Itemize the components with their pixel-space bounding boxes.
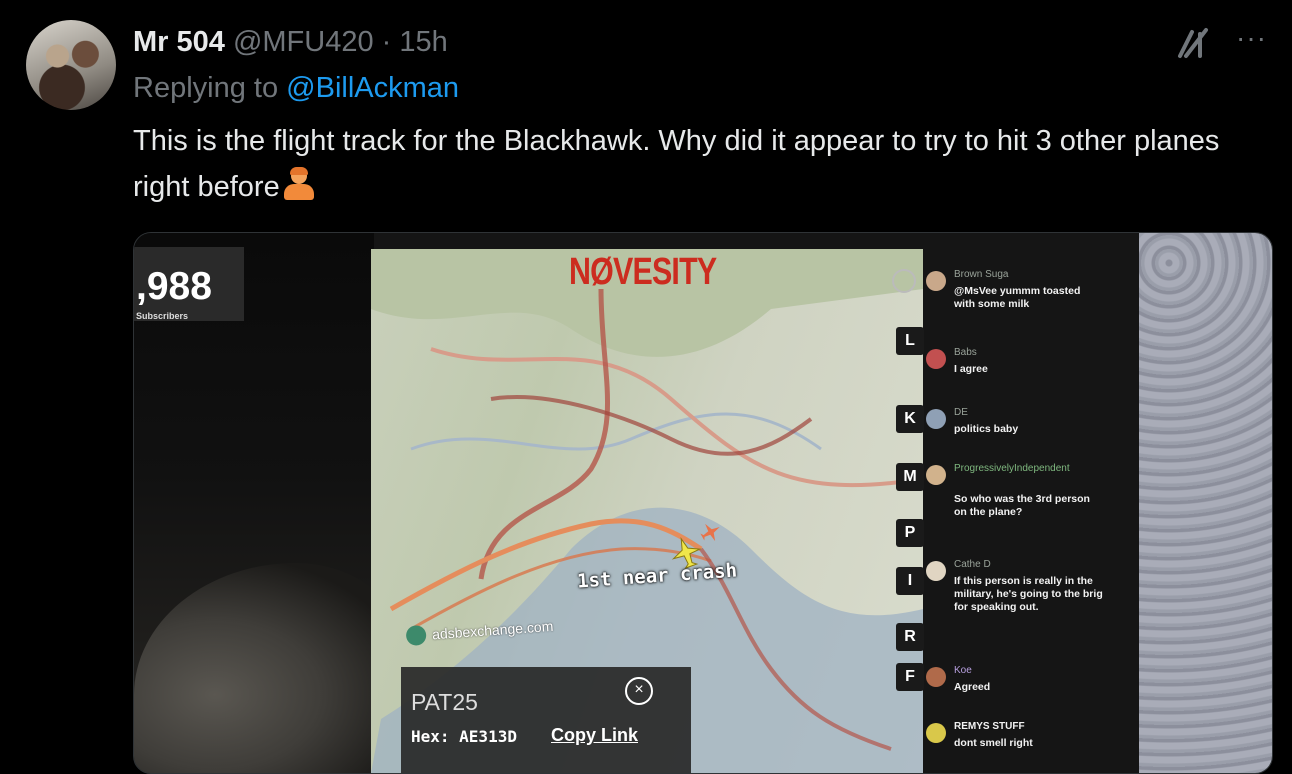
chat-text: So who was the 3rd person on the plane? xyxy=(954,493,1090,518)
subscriber-counter: ,988 Subscribers xyxy=(134,247,244,321)
wallpaper-background xyxy=(1139,233,1272,773)
reply-context: Replying to @BillAckman xyxy=(133,72,459,105)
chat-user: Brown Suga xyxy=(954,269,1009,280)
chat-avatar xyxy=(926,465,946,485)
chat-avatar xyxy=(926,271,946,291)
letter-item: M xyxy=(896,463,924,491)
chat-user: DE xyxy=(954,407,968,418)
timestamp[interactable]: 15h xyxy=(399,26,447,58)
tweet-header: Mr 504 @MFU420 · 15h xyxy=(133,26,448,59)
chat-user: Babs xyxy=(954,347,977,358)
copy-link: Copy Link xyxy=(551,725,639,745)
letter-item: K xyxy=(896,405,924,433)
channel-brand: NØVESITY xyxy=(569,251,717,293)
reply-prefix: Replying to xyxy=(133,72,287,104)
chat-avatar xyxy=(926,723,946,743)
more-options-icon[interactable]: ··· xyxy=(1236,22,1267,54)
flight-map: NØVESITY 1st near crash adsbexchange.com… xyxy=(371,249,923,773)
chat-user: Koe xyxy=(954,665,972,676)
tweet-text: This is the flight track for the Blackha… xyxy=(133,118,1243,210)
chat-avatar xyxy=(926,409,946,429)
chat-text: @MsVee yummm toasted with some milk xyxy=(954,285,1081,310)
chat-avatar xyxy=(926,561,946,581)
callsign: PAT25 xyxy=(411,689,478,715)
chat-text: If this person is really in the military… xyxy=(954,575,1103,613)
separator-dot: · xyxy=(381,26,392,58)
subscriber-label: Subscribers xyxy=(136,311,189,321)
aircraft-info-box: PAT25 Hex: AE313D Copy Link × xyxy=(401,667,691,773)
letter-item: F xyxy=(896,663,924,691)
letter-item: R xyxy=(896,623,924,651)
chat-user: REMYS STUFF xyxy=(954,721,1025,732)
chat-text: I agree xyxy=(954,363,988,375)
grok-icon[interactable] xyxy=(1176,26,1212,62)
chat-avatar xyxy=(926,349,946,369)
chat-text: dont smell right xyxy=(954,737,1033,749)
hex-code: Hex: AE313D xyxy=(411,727,517,746)
letter-item: L xyxy=(896,327,924,355)
letter-item: P xyxy=(896,519,924,547)
subscriber-count: ,988 xyxy=(136,265,212,308)
chat-avatar xyxy=(926,667,946,687)
user-avatar[interactable] xyxy=(26,20,116,110)
person-shrugging-icon xyxy=(282,167,316,201)
user-handle[interactable]: @MFU420 xyxy=(233,26,374,58)
chat-text: politics baby xyxy=(954,423,1019,435)
chat-user: Cathe D xyxy=(954,559,991,570)
chat-user: ProgressivelyIndependent xyxy=(954,463,1070,474)
letter-item: I xyxy=(896,567,924,595)
display-name[interactable]: Mr 504 xyxy=(133,26,225,58)
live-chat-panel: Brown Suga @MsVee yummm toasted with som… xyxy=(924,241,1124,773)
reply-handle-link[interactable]: @BillAckman xyxy=(286,72,459,104)
chat-text: Agreed xyxy=(954,681,991,693)
tweet-media[interactable]: ,988 Subscribers NØVESITY 1st near crash… xyxy=(133,232,1273,774)
adsb-logo-icon xyxy=(405,624,427,647)
close-icon: × xyxy=(625,677,653,705)
